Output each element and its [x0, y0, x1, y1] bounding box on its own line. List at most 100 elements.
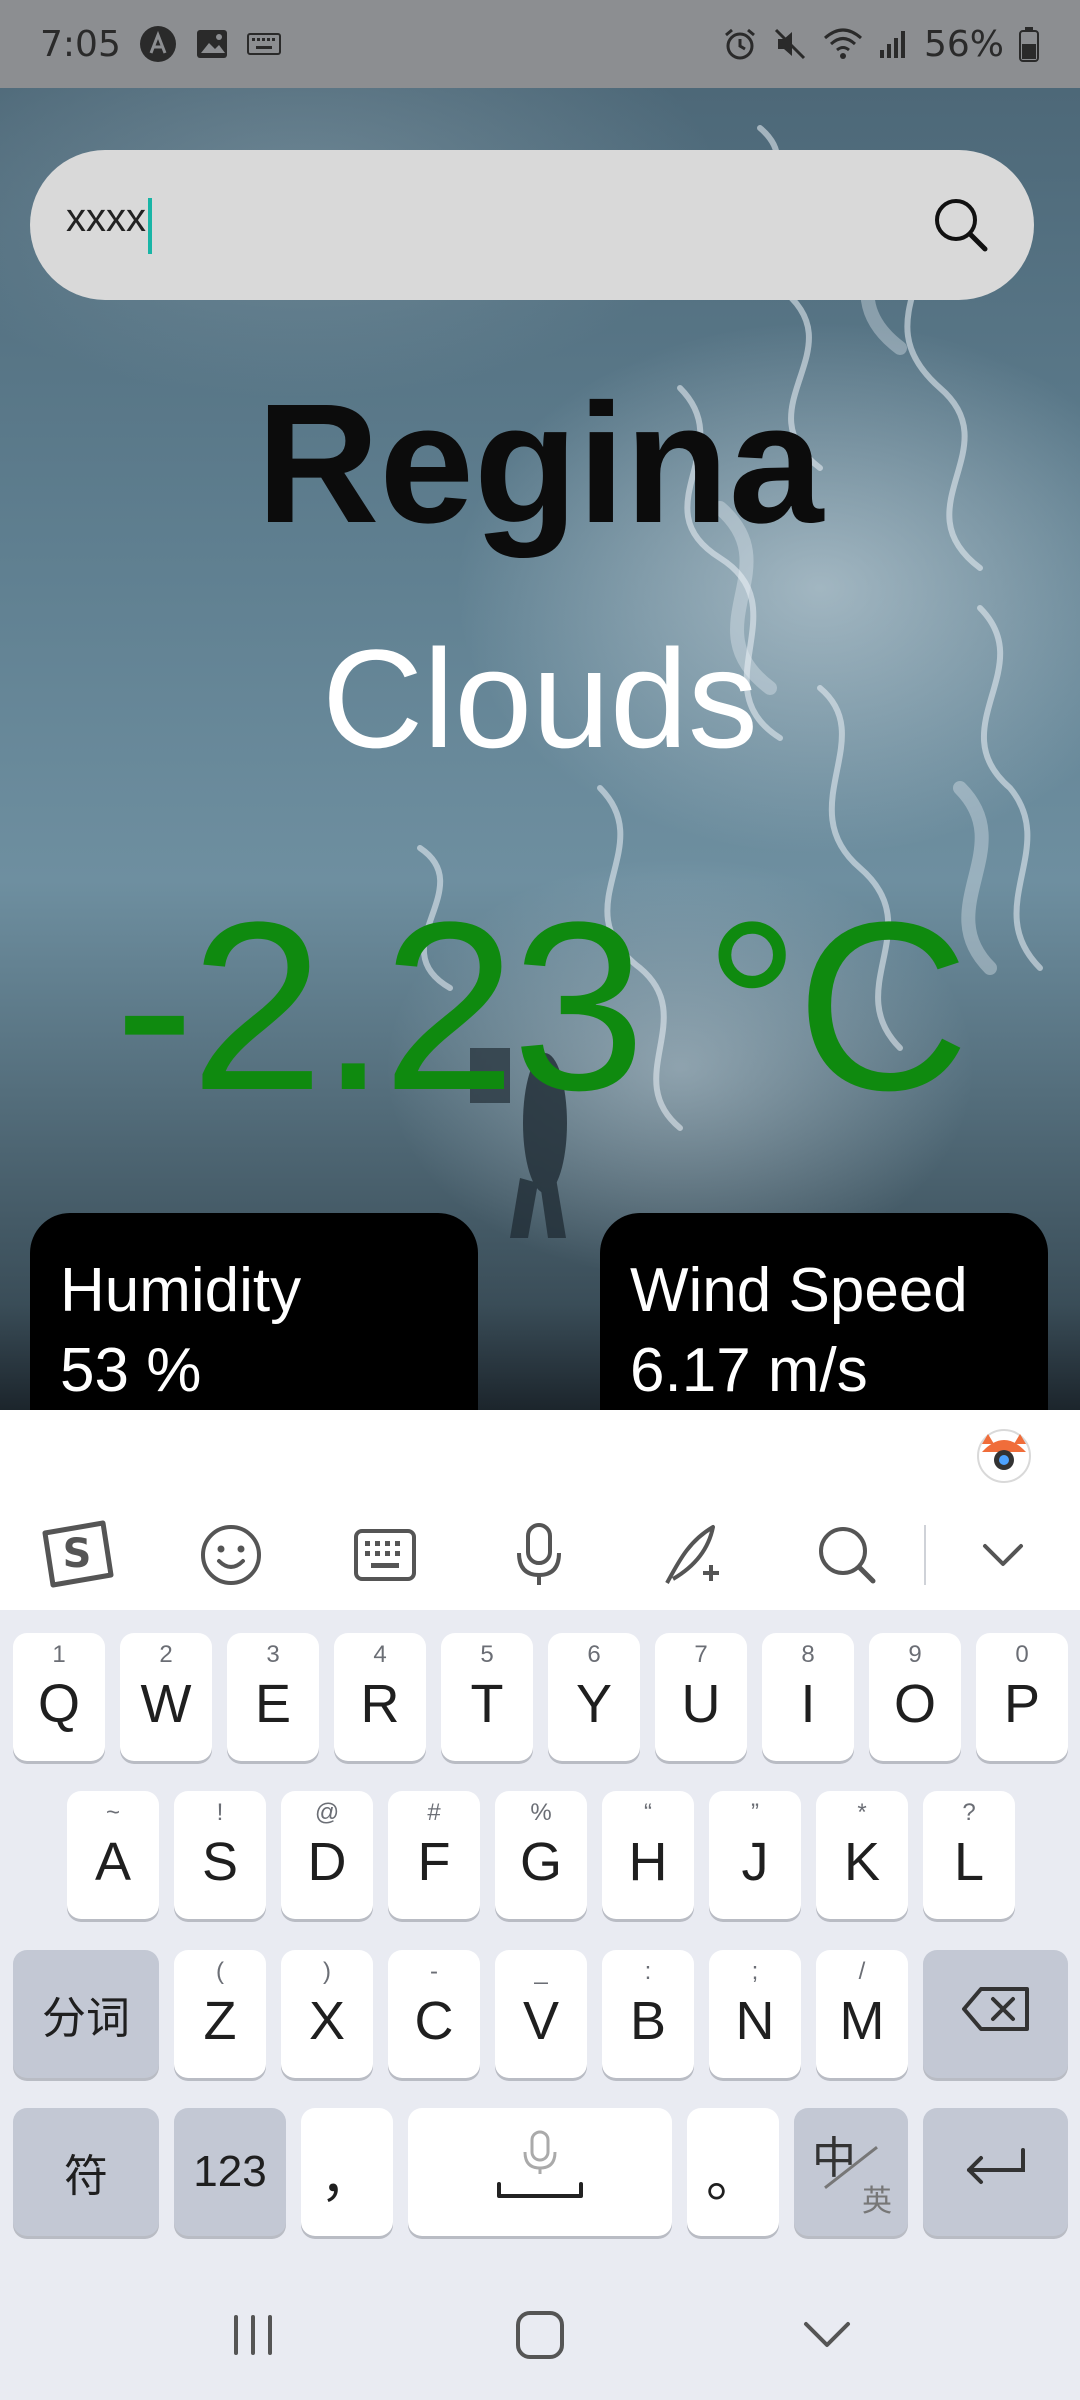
key-hint: ~	[105, 1799, 120, 1826]
key-label: U	[681, 1674, 721, 1734]
search-icon[interactable]	[924, 188, 998, 262]
key-y[interactable]: 6Y	[548, 1633, 640, 1761]
key-label: A	[94, 1832, 132, 1892]
chevron-down-icon[interactable]	[926, 1500, 1080, 1610]
key-hint: ”	[751, 1799, 759, 1826]
key-s[interactable]: ! S	[174, 1791, 266, 1919]
key-hint: @	[314, 1799, 340, 1826]
key-label: E	[254, 1674, 292, 1734]
backspace-icon	[961, 1983, 1031, 2045]
key-p[interactable]: 0P	[976, 1633, 1068, 1761]
home-icon[interactable]	[495, 2290, 585, 2380]
key-o[interactable]: 9O	[869, 1633, 961, 1761]
key-hint: “	[644, 1799, 652, 1826]
wind-speed-card: Wind Speed 6.17 m/s	[600, 1213, 1048, 1410]
key-z[interactable]: (Z	[174, 1950, 266, 2078]
key-l[interactable]: ? L	[923, 1791, 1015, 1919]
key-hint: :	[644, 1958, 652, 1985]
space-key[interactable]	[408, 2108, 672, 2236]
wind-speed-value: 6.17 m/s	[630, 1336, 868, 1405]
symbols-key[interactable]: 符	[13, 2108, 159, 2236]
app-a-icon	[139, 25, 177, 63]
symbols-label: 符	[64, 2152, 108, 2201]
city-search-bar[interactable]: xxxx	[30, 150, 1034, 300]
key-r[interactable]: 4R	[334, 1633, 426, 1761]
key-label: R	[360, 1674, 400, 1734]
status-bar: 7:05 56%	[0, 0, 1080, 88]
battery-icon	[1018, 26, 1040, 62]
key-e[interactable]: 3E	[227, 1633, 319, 1761]
key-hint: 3	[266, 1641, 280, 1668]
key-h[interactable]: “H	[602, 1791, 694, 1919]
key-a[interactable]: ~ A	[67, 1791, 159, 1919]
key-b[interactable]: :B	[602, 1950, 694, 2078]
key-label: N	[735, 1991, 775, 2051]
key-t[interactable]: 5T	[441, 1633, 533, 1761]
emoji-icon[interactable]	[154, 1500, 308, 1610]
key-q[interactable]: 1Q	[13, 1633, 105, 1761]
lang-english-label: 英	[862, 2185, 892, 2218]
battery-percent: 56%	[923, 23, 1004, 65]
enter-icon	[961, 2141, 1031, 2203]
key-n[interactable]: ; N	[709, 1950, 801, 2078]
key-label: K	[843, 1832, 881, 1892]
key-u[interactable]: 7U	[655, 1633, 747, 1761]
ime-keyboard: S 1Q 2W 3E 4R 5T 6Y 7U 8 I 9 O 0 P ~ A !…	[0, 1410, 1080, 2270]
key-label: X	[308, 1991, 346, 2051]
lang-chinese-label: 中	[812, 2134, 856, 2183]
key-c[interactable]: -C	[388, 1950, 480, 2078]
key-d[interactable]: @ D	[281, 1791, 373, 1919]
humidity-card: Humidity 53 %	[30, 1213, 478, 1410]
backspace-key[interactable]	[923, 1950, 1068, 2078]
key-v[interactable]: _ V	[495, 1950, 587, 2078]
key-label: B	[629, 1991, 667, 2051]
period-key[interactable]: 。	[687, 2108, 779, 2236]
key-hint: (	[216, 1958, 224, 1985]
back-icon[interactable]	[782, 2290, 872, 2380]
key-label: O	[893, 1674, 936, 1734]
weather-condition: Clouds	[322, 620, 758, 777]
key-label: F	[417, 1832, 451, 1892]
key-hint: 2	[159, 1641, 173, 1668]
key-label: D	[307, 1832, 347, 1892]
key-hint: 1	[52, 1641, 66, 1668]
key-label: Q	[37, 1674, 80, 1734]
key-label: S	[201, 1832, 239, 1892]
numbers-key[interactable]: 123	[174, 2108, 286, 2236]
recent-apps-icon[interactable]	[208, 2290, 298, 2380]
key-label: Z	[203, 1991, 237, 2051]
weather-app: xxxx Regina Clouds -2.23 °C Humidity 53 …	[0, 88, 1080, 1410]
humidity-label: Humidity	[60, 1256, 302, 1325]
key-label: C	[414, 1991, 454, 2051]
mascot-icon[interactable]	[972, 1422, 1036, 1486]
enter-key[interactable]	[923, 2108, 1068, 2236]
key-j[interactable]: ” J	[709, 1791, 801, 1919]
key-m[interactable]: / M	[816, 1950, 908, 2078]
split-word-key[interactable]: 分词	[13, 1950, 159, 2078]
svg-text:S: S	[63, 1531, 92, 1577]
key-hint: )	[323, 1958, 331, 1985]
key-w[interactable]: 2W	[120, 1633, 212, 1761]
keyboard-search-icon[interactable]	[770, 1500, 924, 1610]
handwriting-icon[interactable]	[616, 1500, 770, 1610]
key-g[interactable]: % G	[495, 1791, 587, 1919]
sogou-logo-icon[interactable]: S	[0, 1500, 154, 1610]
language-switch-key[interactable]: 中 英	[794, 2108, 908, 2236]
key-hint: 8	[801, 1641, 815, 1668]
key-f[interactable]: # F	[388, 1791, 480, 1919]
key-k[interactable]: * K	[816, 1791, 908, 1919]
key-hint: %	[530, 1799, 552, 1826]
numbers-label: 123	[193, 2147, 267, 2196]
key-x[interactable]: ) X	[281, 1950, 373, 2078]
keyboard-icon[interactable]	[308, 1500, 462, 1610]
mic-icon[interactable]	[462, 1500, 616, 1610]
keyboard-toolbar-area: S	[0, 1410, 1080, 1610]
key-hint: 6	[587, 1641, 601, 1668]
key-hint: /	[858, 1958, 866, 1985]
key-i[interactable]: 8I	[762, 1633, 854, 1761]
key-hint: 0	[1015, 1641, 1029, 1668]
search-input[interactable]: xxxx	[66, 196, 152, 255]
key-label: M	[839, 1991, 885, 2051]
comma-label: ，	[320, 2147, 374, 2208]
comma-key[interactable]: ，	[301, 2108, 393, 2236]
